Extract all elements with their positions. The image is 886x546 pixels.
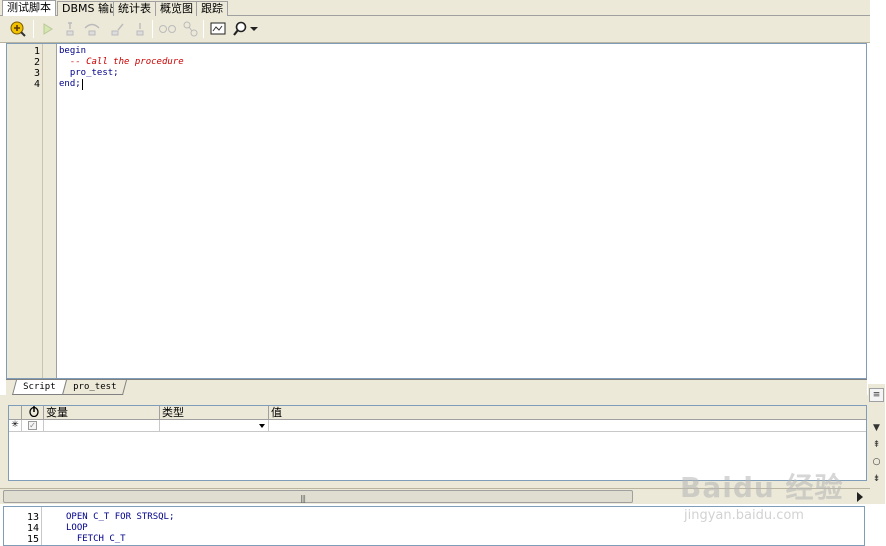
scroll-right-icon[interactable] bbox=[856, 492, 864, 502]
debug-toolbar bbox=[0, 16, 870, 43]
code-line: FETCH C_T bbox=[66, 534, 126, 544]
grid-header: 变量 类型 值 bbox=[9, 406, 866, 420]
scroll-circle-icon[interactable]: ○ bbox=[869, 455, 884, 469]
run-to-exception-icon[interactable] bbox=[130, 19, 150, 39]
toolbar-separator bbox=[203, 20, 204, 38]
tab-test-script[interactable]: 测试脚本 bbox=[2, 0, 56, 16]
tab-statistics[interactable]: 统计表 bbox=[113, 1, 156, 16]
script-editor[interactable]: 1 2 3 4 begin -- Call the procedure pro_… bbox=[6, 43, 867, 379]
source-tab-bar: Script pro_test bbox=[6, 379, 867, 395]
enabled-checkbox[interactable]: ✓ bbox=[28, 421, 37, 430]
line-number: 1 bbox=[33, 46, 40, 57]
step-out-icon[interactable] bbox=[108, 19, 128, 39]
vertical-scrollbar[interactable]: ≡ ▼ ⇞ ○ ⇟ bbox=[868, 384, 885, 504]
text-caret bbox=[81, 79, 83, 90]
toolbar-separator bbox=[33, 20, 34, 38]
dropdown-arrow-icon[interactable] bbox=[248, 19, 260, 39]
breakpoint-gutter[interactable] bbox=[43, 44, 57, 378]
search-icon[interactable] bbox=[230, 19, 250, 39]
line-number: 15 bbox=[26, 534, 39, 545]
column-header-variable[interactable]: 变量 bbox=[44, 406, 160, 420]
chevron-down-icon[interactable] bbox=[259, 424, 265, 428]
column-header-value[interactable]: 值 bbox=[269, 406, 868, 420]
tab-profiler[interactable]: 概览图 bbox=[155, 1, 198, 16]
table-row[interactable]: ✳ ✓ bbox=[9, 420, 866, 432]
tab-trace[interactable]: 跟踪 bbox=[196, 1, 228, 16]
horizontal-scroll-thumb[interactable]: ||| bbox=[3, 490, 633, 503]
breakpoint-icon[interactable] bbox=[158, 19, 178, 39]
type-select[interactable] bbox=[160, 420, 269, 432]
code-line: LOOP bbox=[66, 523, 88, 533]
tab-script[interactable]: Script bbox=[11, 380, 67, 395]
toolbar-separator bbox=[152, 20, 153, 38]
line-number-gutter: 1 2 3 4 bbox=[7, 44, 43, 378]
scroll-top-icon[interactable]: ⇞ bbox=[869, 438, 884, 452]
line-number: 13 bbox=[26, 512, 39, 523]
screen-icon[interactable] bbox=[208, 19, 228, 39]
row-header-corner bbox=[9, 406, 22, 420]
code-line-text: end; bbox=[59, 79, 81, 89]
toggle-breakpoint-icon[interactable] bbox=[181, 19, 201, 39]
run-icon[interactable] bbox=[38, 19, 58, 39]
watermark-url: jingyan.baidu.com bbox=[684, 508, 804, 523]
new-row-marker: ✳ bbox=[9, 420, 22, 432]
variable-cell[interactable] bbox=[44, 420, 160, 432]
value-cell[interactable] bbox=[269, 420, 868, 432]
top-tab-strip: 测试脚本 DBMS 输出 统计表 概览图 跟踪 bbox=[0, 0, 870, 16]
column-header-type[interactable]: 类型 bbox=[160, 406, 269, 420]
line-number: 3 bbox=[33, 68, 40, 79]
enabled-column-icon bbox=[22, 406, 44, 420]
code-line: begin bbox=[59, 46, 87, 56]
code-line: end; bbox=[59, 79, 83, 90]
code-line: OPEN C_T FOR STRSQL; bbox=[66, 512, 175, 522]
scroll-down-icon[interactable]: ▼ bbox=[869, 421, 884, 435]
watermark-logo: Baidu 经验 bbox=[680, 471, 844, 504]
line-number: 14 bbox=[26, 523, 39, 534]
debug-run-icon[interactable] bbox=[8, 19, 28, 39]
step-over-icon[interactable] bbox=[82, 19, 102, 39]
scroll-grip-icon[interactable]: ≡ bbox=[869, 388, 884, 402]
line-number: 2 bbox=[33, 57, 40, 68]
step-into-icon[interactable] bbox=[60, 19, 80, 39]
scroll-grip-icon: ||| bbox=[300, 494, 306, 503]
line-number: 4 bbox=[33, 79, 40, 90]
line-number-gutter: 13 14 15 bbox=[4, 507, 42, 545]
scroll-bottom-icon[interactable]: ⇟ bbox=[869, 472, 884, 486]
code-comment-line: -- Call the procedure bbox=[59, 57, 184, 67]
tab-pro-test[interactable]: pro_test bbox=[61, 380, 128, 395]
code-line: pro_test; bbox=[59, 68, 119, 78]
enabled-cell[interactable]: ✓ bbox=[22, 420, 44, 432]
